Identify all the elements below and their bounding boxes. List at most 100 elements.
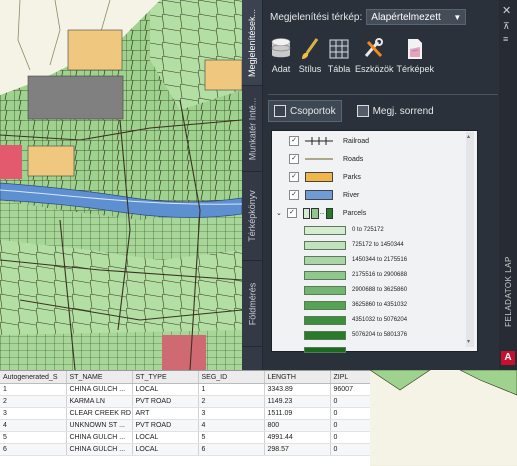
checkbox[interactable]: ✓	[286, 208, 297, 218]
table-cell: 800	[264, 419, 331, 432]
table-button[interactable]: Tábla	[326, 36, 352, 88]
tab-label: Megjelenítések...	[247, 8, 258, 77]
column-header[interactable]: LENGTH	[264, 371, 331, 384]
scroll-down-icon[interactable]: ▾	[467, 339, 473, 345]
chevron-down-icon[interactable]: ⌄	[276, 209, 282, 217]
pin-icon[interactable]: ⊼	[503, 21, 510, 32]
tab-draw-order[interactable]: Megj. sorrend	[352, 101, 439, 121]
properties-icon[interactable]: ≡	[503, 34, 508, 44]
table-cell: 0	[330, 419, 370, 432]
table-cell: 96007	[330, 383, 370, 396]
legend-entry: 2900688 to 3625860	[304, 285, 444, 295]
tab-survey[interactable]: Földmérés	[242, 261, 262, 347]
checkbox[interactable]: ✓	[289, 190, 299, 200]
layer-name: Parks	[343, 173, 361, 181]
tab-map-book[interactable]: Térképkönyv	[242, 172, 262, 261]
railroad-symbol	[305, 136, 333, 146]
table-cell: 0	[330, 431, 370, 444]
legend-label: 1450344 to 2175516	[352, 257, 408, 263]
maps-icon	[402, 36, 428, 62]
task-pane-content: Megjelenítési térkép: Alapértelmezett ▼ …	[263, 0, 499, 370]
table-row[interactable]: 5 CHINA GULCH ... LOCAL 5 4991.44 0	[0, 431, 370, 444]
table-cell: 3343.89	[264, 383, 331, 396]
map-lower-right	[370, 370, 517, 465]
data-button[interactable]: Adat	[268, 36, 294, 88]
attribute-table[interactable]: Autogenerated_S ST_NAME ST_TYPE SEG_ID L…	[0, 370, 370, 466]
table-cell: 4	[198, 419, 265, 432]
layer-item-river[interactable]: ✓ River	[289, 187, 484, 203]
vertical-tab-strip: Megjelenítések... Munkatér Inté... Térké…	[242, 0, 263, 370]
divider	[268, 94, 498, 95]
table-row[interactable]: 3 CLEAR CREEK RD ART 3 1511.09 0	[0, 407, 370, 420]
tab-groups[interactable]: Csoportok	[268, 100, 342, 122]
layer-list-scrollbar[interactable]: ▴ ▾	[466, 132, 474, 347]
column-header[interactable]: ZIPL	[330, 371, 370, 384]
layer-item-parks[interactable]: ✓ Parks	[289, 169, 484, 185]
column-header[interactable]: Autogenerated_S	[0, 371, 67, 384]
column-header[interactable]: ST_TYPE	[132, 371, 199, 384]
close-icon[interactable]: ✕	[502, 4, 511, 17]
style-button[interactable]: Stílus	[297, 36, 323, 88]
table-icon	[326, 36, 352, 62]
table-header-row: Autogenerated_S ST_NAME ST_TYPE SEG_ID L…	[0, 371, 370, 384]
layer-list[interactable]: ✓ Railroad ✓ Roads ✓ Parks ✓ River ⌄ ✓ .…	[271, 130, 478, 353]
tools-button[interactable]: Eszközök	[355, 36, 394, 88]
legend-swatch	[304, 240, 346, 250]
scroll-up-icon[interactable]: ▴	[467, 134, 473, 140]
tab-label: Munkatér Inté...	[247, 97, 257, 160]
table-cell: PVT ROAD	[132, 395, 199, 408]
table-cell: LOCAL	[132, 383, 199, 396]
table-cell: 298.57	[264, 443, 331, 456]
layer-item-roads[interactable]: ✓ Roads	[289, 151, 484, 167]
tab-workspace[interactable]: Munkatér Inté...	[242, 86, 262, 172]
table-cell: CLEAR CREEK RD	[66, 407, 133, 420]
table-cell: 5	[0, 431, 67, 444]
display-map-select[interactable]: Alapértelmezett ▼	[366, 9, 467, 25]
tab-display-manager[interactable]: Megjelenítések...	[242, 0, 262, 86]
table-cell: 6	[198, 443, 265, 456]
chevron-down-icon: ▼	[453, 12, 462, 22]
table-cell: 1	[0, 383, 67, 396]
table-cell: 3	[0, 407, 67, 420]
table-row[interactable]: 2 KARMA LN PVT ROAD 2 1149.23 0	[0, 395, 370, 408]
legend-label: 2175516 to 2900688	[352, 272, 408, 278]
road-symbol	[305, 154, 333, 164]
layer-item-railroad[interactable]: ✓ Railroad	[289, 133, 484, 149]
legend-entry: 5076204 to 5801376	[304, 330, 444, 340]
legend-label: 5076204 to 5801376	[352, 332, 408, 338]
table-row[interactable]: 1 CHINA GULCH ... LOCAL 1 3343.89 96007	[0, 383, 370, 396]
layer-name: Roads	[343, 155, 364, 163]
table-cell: ART	[132, 407, 199, 420]
legend-label: 0 to 725172	[352, 227, 384, 233]
task-pane-title-bar[interactable]: ✕ ⊼ ≡ FELADATOK LAP A	[499, 0, 517, 370]
parcels-theme-symbol: ...	[302, 207, 333, 219]
layer-item-parcels[interactable]: ⌄ ✓ ... Parcels	[276, 205, 471, 221]
task-pane-title-text: FELADATOK LAP	[503, 255, 513, 327]
column-header[interactable]: SEG_ID	[198, 371, 265, 384]
legend-swatch	[304, 255, 346, 265]
column-header[interactable]: ST_NAME	[66, 371, 133, 384]
table-cell: UNKNOWN ST ...	[66, 419, 133, 432]
legend-swatch	[304, 270, 346, 280]
task-pane-title: FELADATOK LAP	[502, 236, 514, 346]
legend-entry: 0 to 725172	[304, 225, 444, 235]
table-cell: 6	[0, 443, 67, 456]
groups-icon	[274, 105, 286, 117]
checkbox[interactable]: ✓	[289, 154, 299, 164]
legend-label: 4351032 to 5076204	[352, 317, 408, 323]
checkbox[interactable]: ✓	[289, 136, 299, 146]
parks-symbol	[305, 172, 333, 182]
table-row[interactable]: 4 UNKNOWN ST ... PVT ROAD 4 800 0	[0, 419, 370, 432]
legend-entry: 2175516 to 2900688	[304, 270, 444, 280]
table-cell: 5	[198, 431, 265, 444]
layer-name: Parcels	[342, 209, 367, 217]
tab-label: Térképkönyv	[247, 190, 257, 242]
autocad-logo-icon: A	[501, 351, 515, 365]
brush-icon	[297, 36, 323, 62]
checkbox[interactable]: ✓	[289, 172, 299, 182]
table-cell: 3	[198, 407, 265, 420]
maps-button[interactable]: Térképek	[397, 36, 434, 88]
table-cell: 1	[198, 383, 265, 396]
table-cell: 4991.44	[264, 431, 331, 444]
table-row[interactable]: 6 CHINA GULCH ... LOCAL 6 298.57 0	[0, 443, 370, 456]
